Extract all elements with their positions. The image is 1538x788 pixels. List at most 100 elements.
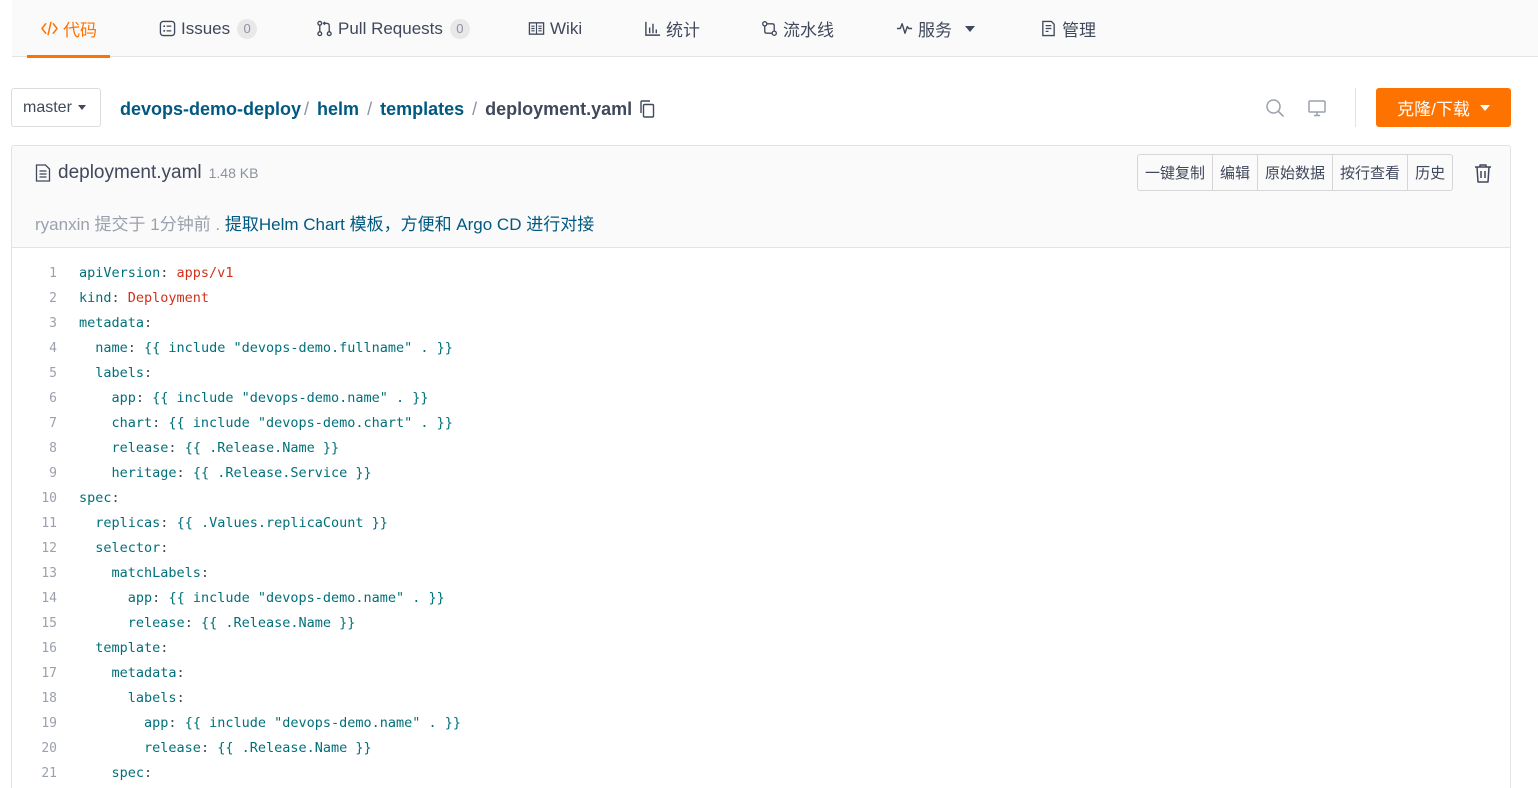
yaml-colon: :	[168, 715, 185, 731]
yaml-colon: :	[152, 415, 169, 431]
code-line: 9 heritage: {{ .Release.Service }}	[12, 461, 1510, 486]
line-content: selector:	[79, 536, 168, 561]
line-number[interactable]: 4	[12, 336, 57, 361]
code-line: 12 selector:	[12, 536, 1510, 561]
line-content: release: {{ .Release.Name }}	[79, 436, 340, 461]
tab-stats[interactable]: 统计	[643, 0, 700, 57]
yaml-key: app	[111, 390, 136, 406]
yaml-value: {{ include "devops-demo.fullname" . }}	[144, 340, 453, 356]
line-content: metadata:	[79, 311, 152, 336]
trash-icon[interactable]	[1473, 162, 1493, 184]
yaml-value: {{ .Release.Name }}	[217, 740, 372, 756]
yaml-colon: :	[127, 340, 145, 356]
raw-button[interactable]: 原始数据	[1258, 155, 1334, 190]
yaml-colon: :	[144, 365, 153, 381]
line-number[interactable]: 21	[12, 761, 57, 786]
line-number[interactable]: 8	[12, 436, 57, 461]
code-line: 15 release: {{ .Release.Name }}	[12, 611, 1510, 636]
monitor-icon[interactable]	[1306, 97, 1328, 119]
code-view: 1 apiVersion: apps/v1 2 kind: Deployment 3 me…	[12, 261, 1510, 786]
yaml-key: app	[127, 590, 153, 606]
tab-issues-label: Issues	[181, 18, 231, 38]
breadcrumb-repo-link[interactable]: devops-demo-deploy	[120, 99, 301, 120]
search-icon[interactable]	[1264, 97, 1286, 119]
line-number[interactable]: 19	[12, 711, 57, 736]
tab-wiki[interactable]: Wiki	[527, 0, 582, 57]
line-content: spec:	[79, 761, 153, 786]
yaml-value: {{ .Release.Name }}	[200, 615, 356, 631]
yaml-key: kind	[79, 290, 112, 306]
yaml-colon: :	[176, 665, 185, 681]
breadcrumb-helm-link[interactable]: helm	[317, 99, 359, 120]
tab-issues[interactable]: Issues 0	[158, 0, 258, 57]
line-number[interactable]: 7	[12, 411, 57, 436]
clone-download-button[interactable]: 克隆/下载	[1376, 88, 1511, 127]
yaml-value: {{ include "devops-demo.name" . }}	[152, 390, 429, 406]
yaml-key: labels	[95, 365, 145, 381]
line-content: matchLabels:	[79, 561, 210, 586]
yaml-colon: :	[200, 565, 210, 581]
code-line: 6 app: {{ include "devops-demo.name" . }…	[12, 386, 1510, 411]
yaml-key: spec	[79, 490, 112, 506]
yaml-colon: :	[160, 640, 169, 656]
history-button[interactable]: 历史	[1408, 155, 1452, 190]
yaml-colon: :	[152, 590, 169, 606]
yaml-colon: :	[144, 765, 153, 781]
tab-services[interactable]: 服务	[895, 0, 975, 57]
code-line: 2 kind: Deployment	[12, 286, 1510, 311]
code-line: 16 template:	[12, 636, 1510, 661]
commit-meta: ryanxin 提交于 1分钟前 .	[35, 215, 221, 234]
code-line: 14 app: {{ include "devops-demo.name" . …	[12, 586, 1510, 611]
line-content: release: {{ .Release.Name }}	[79, 736, 372, 761]
yaml-value: {{ include "devops-demo.name" . }}	[168, 590, 445, 606]
commit-message-link[interactable]: 提取Helm Chart 模板，方便和 Argo CD 进行对接	[225, 215, 594, 234]
yaml-colon: :	[111, 490, 120, 506]
line-number[interactable]: 15	[12, 611, 57, 636]
line-number[interactable]: 1	[12, 261, 57, 286]
code-line: 17 metadata:	[12, 661, 1510, 686]
line-number[interactable]: 20	[12, 736, 57, 761]
line-number[interactable]: 9	[12, 461, 57, 486]
edit-button[interactable]: 编辑	[1213, 155, 1259, 190]
yaml-key: template	[95, 640, 161, 656]
line-number[interactable]: 16	[12, 636, 57, 661]
tab-manage[interactable]: 管理	[1039, 0, 1096, 57]
yaml-colon: :	[184, 615, 201, 631]
line-number[interactable]: 18	[12, 686, 57, 711]
copy-all-button[interactable]: 一键复制	[1138, 155, 1214, 190]
chevron-down-icon	[965, 25, 975, 32]
book-icon	[527, 20, 545, 38]
code-line: 5 labels:	[12, 361, 1510, 386]
line-number[interactable]: 2	[12, 286, 57, 311]
tab-pipeline[interactable]: 流水线	[760, 0, 834, 57]
yaml-colon: :	[160, 540, 169, 556]
code-line: 1 apiVersion: apps/v1	[12, 261, 1510, 286]
line-number[interactable]: 12	[12, 536, 57, 561]
line-number[interactable]: 5	[12, 361, 57, 386]
yaml-key: app	[144, 715, 169, 731]
tab-code[interactable]: 代码	[27, 0, 110, 58]
copy-icon[interactable]	[639, 100, 655, 118]
yaml-colon: :	[135, 390, 153, 406]
line-number[interactable]: 3	[12, 311, 57, 336]
blame-button[interactable]: 按行查看	[1333, 155, 1409, 190]
tab-pipeline-label: 流水线	[783, 21, 834, 40]
tab-pull-requests[interactable]: Pull Requests 0	[315, 0, 470, 57]
line-number[interactable]: 11	[12, 511, 57, 536]
pipeline-icon	[760, 20, 778, 38]
line-content: release: {{ .Release.Name }}	[79, 611, 356, 636]
line-number[interactable]: 14	[12, 586, 57, 611]
line-number[interactable]: 6	[12, 386, 57, 411]
breadcrumb-templates-link[interactable]: templates	[380, 99, 464, 120]
line-number[interactable]: 17	[12, 661, 57, 686]
branch-selector[interactable]: master	[11, 88, 101, 127]
line-number[interactable]: 13	[12, 561, 57, 586]
code-line: 8 release: {{ .Release.Name }}	[12, 436, 1510, 461]
yaml-colon: :	[144, 315, 153, 331]
line-number[interactable]: 10	[12, 486, 57, 511]
